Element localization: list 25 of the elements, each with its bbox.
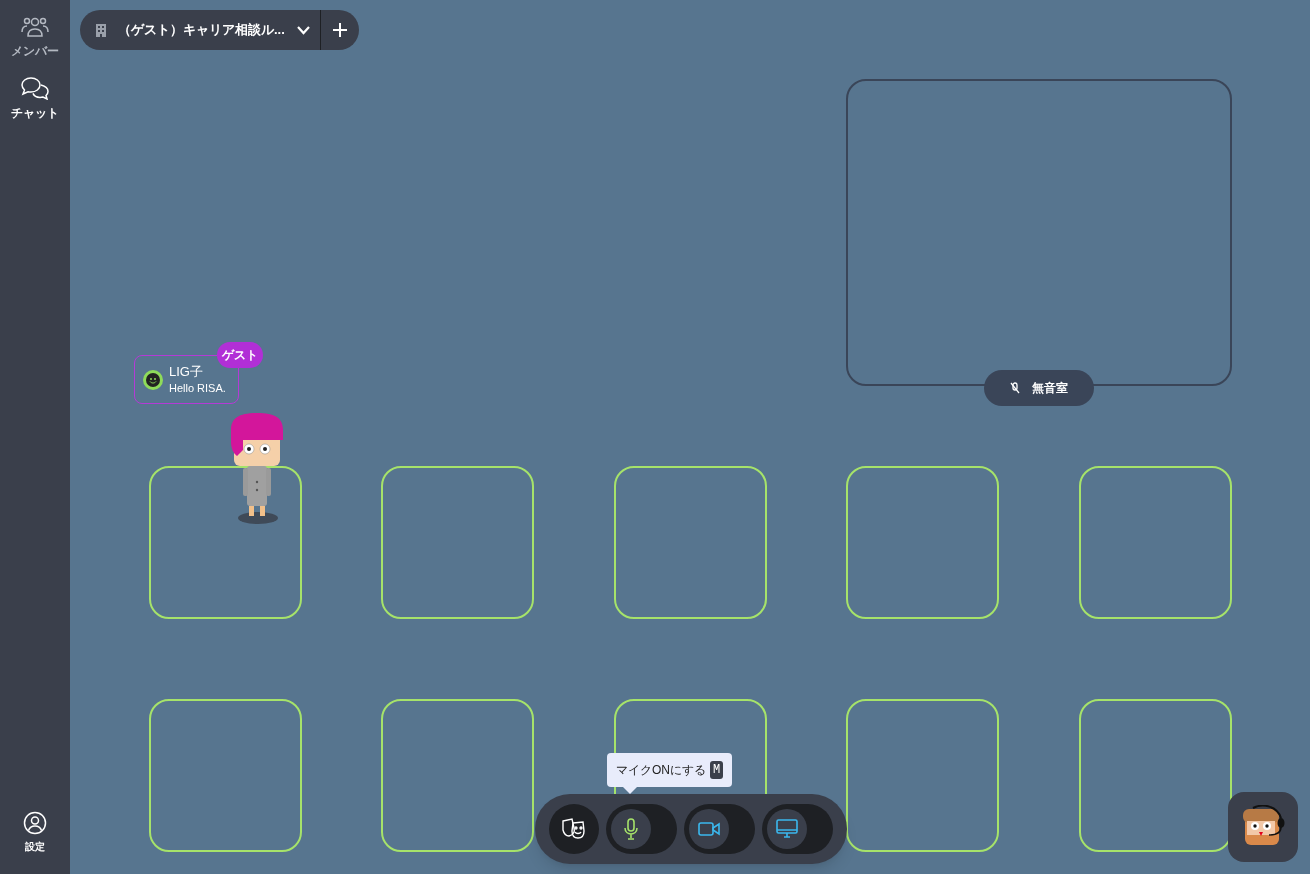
chat-icon bbox=[20, 76, 50, 100]
mic-toggle[interactable] bbox=[606, 804, 677, 854]
members-nav-button[interactable]: メンバー bbox=[0, 16, 70, 60]
monitor-icon bbox=[776, 819, 798, 839]
video-camera-icon bbox=[698, 821, 720, 837]
chevron-down-icon bbox=[296, 25, 310, 35]
theater-masks-icon bbox=[561, 818, 587, 840]
support-button[interactable] bbox=[1228, 792, 1298, 862]
user-status: Hello RISA. bbox=[169, 380, 226, 396]
reaction-button[interactable] bbox=[549, 804, 599, 854]
settings-nav-button[interactable]: 設定 bbox=[23, 811, 47, 854]
screen-share-toggle[interactable] bbox=[762, 804, 833, 854]
guest-badge: ゲスト bbox=[217, 342, 263, 368]
user-name: LIG子 bbox=[169, 363, 204, 380]
members-icon bbox=[21, 16, 49, 38]
tooltip-text: マイクONにする bbox=[616, 762, 706, 779]
building-icon bbox=[96, 23, 106, 37]
microphone-icon bbox=[623, 818, 639, 840]
mic-off-icon bbox=[1010, 382, 1020, 394]
room-label: 無音室 bbox=[984, 370, 1094, 406]
plus-icon bbox=[332, 23, 347, 37]
shortcut-key: M bbox=[710, 761, 724, 779]
user-circle-icon bbox=[23, 811, 47, 835]
chat-nav-button[interactable]: チャット bbox=[0, 76, 70, 122]
camera-toggle[interactable] bbox=[684, 804, 755, 854]
